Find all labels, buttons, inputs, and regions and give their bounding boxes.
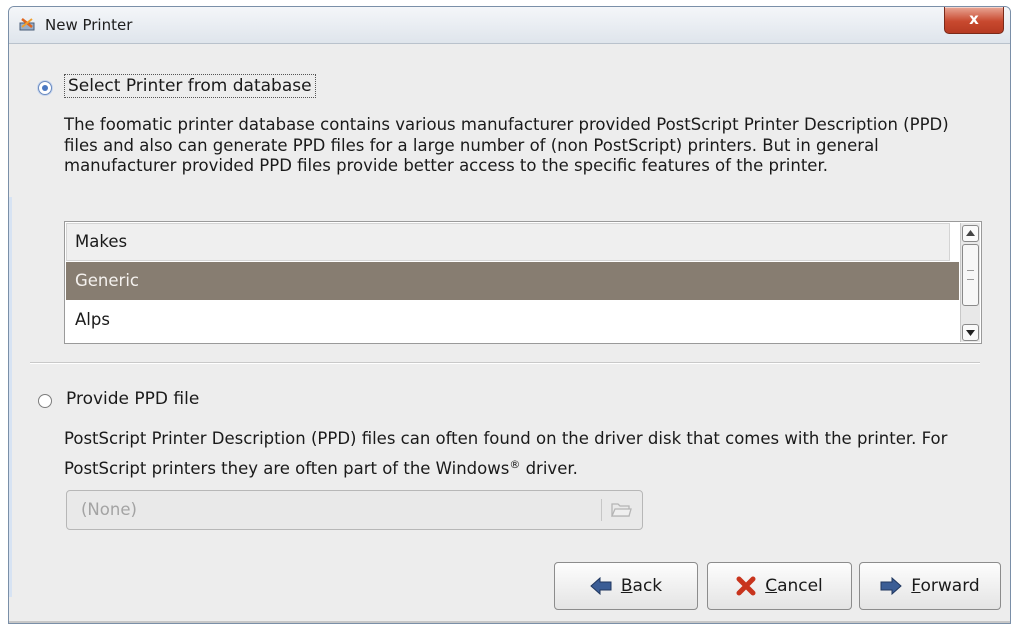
database-description: The foomatic printer database contains v… [64, 115, 949, 175]
back-arrow-icon [590, 577, 612, 595]
provide-ppd-radio[interactable] [38, 394, 52, 408]
printer-app-icon [19, 18, 35, 31]
list-item-generic[interactable]: Generic [66, 262, 959, 300]
ppd-file-chooser[interactable]: (None) [66, 490, 643, 530]
title-bar[interactable]: New Printer x [9, 7, 1010, 44]
provide-ppd-label[interactable]: Provide PPD file [66, 389, 199, 409]
folder-icon[interactable] [610, 501, 632, 519]
scroll-down-button[interactable] [962, 324, 979, 341]
forward-arrow-icon [880, 577, 903, 595]
arrow-down-icon [966, 330, 975, 336]
window-title: New Printer [45, 16, 133, 34]
makes-list-scrollbar[interactable] [960, 223, 980, 342]
forward-button[interactable]: Forward [859, 562, 1001, 610]
list-item-alps[interactable]: Alps [66, 301, 959, 339]
arrow-up-icon [966, 230, 975, 236]
registered-mark: ® [509, 458, 521, 471]
cancel-button-label: Cancel [765, 576, 823, 596]
window-bottom-edge [9, 621, 1010, 623]
back-button[interactable]: Back [554, 562, 698, 610]
ppd-file-value: (None) [81, 500, 137, 519]
makes-list[interactable]: Makes Generic Alps [64, 221, 982, 344]
back-button-label: Back [620, 576, 663, 596]
scroll-up-button[interactable] [962, 225, 979, 242]
window-edge-accent [9, 197, 12, 597]
cancel-x-icon [736, 576, 756, 596]
file-chooser-divider [601, 499, 602, 521]
close-icon: x [969, 10, 979, 28]
makes-column-header[interactable]: Makes [66, 223, 950, 261]
select-from-database-label[interactable]: Select Printer from database [64, 74, 316, 98]
scroll-thumb[interactable] [962, 244, 979, 306]
cancel-button[interactable]: Cancel [707, 562, 852, 610]
ppd-description-text: PostScript Printer Description (PPD) fil… [64, 429, 948, 478]
ppd-description-end: driver. [520, 459, 578, 478]
select-from-database-radio[interactable] [38, 81, 52, 95]
forward-button-label: Forward [911, 576, 980, 596]
ppd-description: PostScript Printer Description (PPD) fil… [64, 426, 974, 482]
section-separator [30, 362, 980, 364]
close-button[interactable]: x [944, 7, 1004, 34]
